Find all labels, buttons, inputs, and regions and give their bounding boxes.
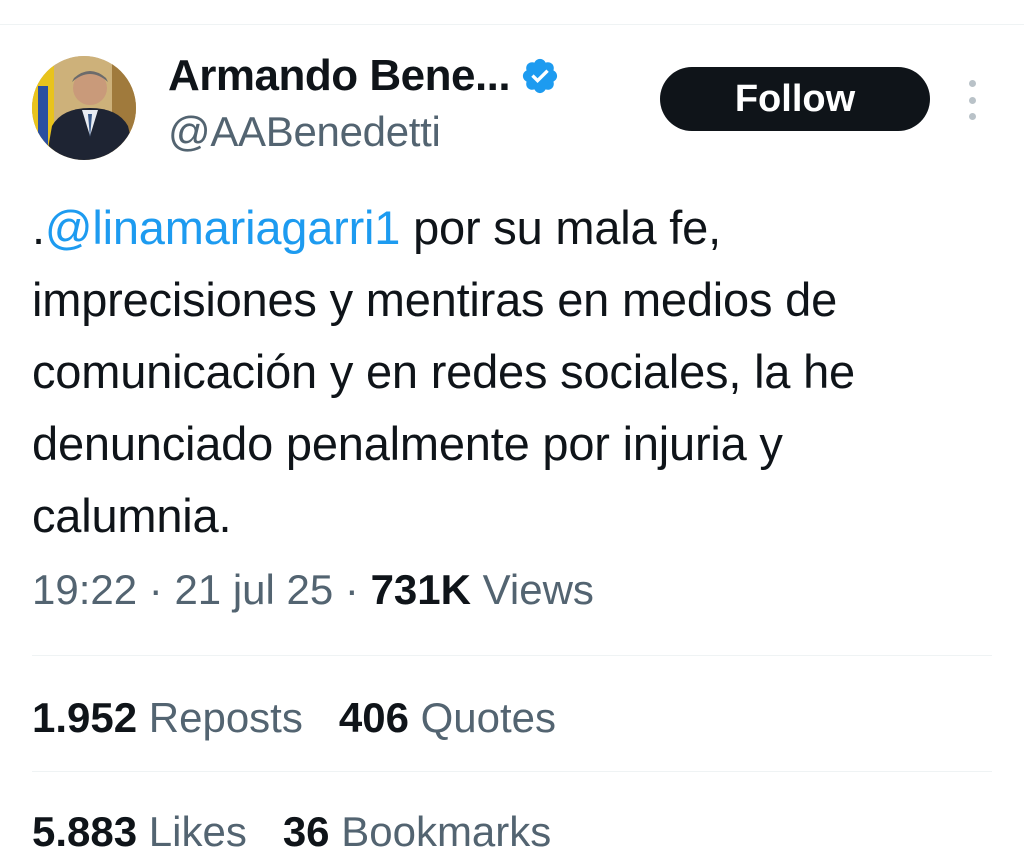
tweet-meta: 19:22 · 21 jul 25 · 731K Views <box>32 566 594 614</box>
views-label: Views <box>470 566 594 613</box>
quotes-stat[interactable]: 406 Quotes <box>339 694 556 741</box>
author-block: Armando Bene... @AABenedetti <box>168 50 560 156</box>
verified-badge-icon <box>520 56 560 96</box>
quotes-label: Quotes <box>408 694 557 741</box>
top-divider <box>0 24 1024 25</box>
views-count[interactable]: 731K <box>371 566 471 613</box>
author-name-row: Armando Bene... <box>168 50 560 102</box>
bookmarks-stat[interactable]: 36 Bookmarks <box>283 808 551 855</box>
quotes-count: 406 <box>338 694 409 741</box>
stats-row-reposts-quotes: 1.952 Reposts 406 Quotes <box>32 694 592 742</box>
author-display-name[interactable]: Armando Bene... <box>168 51 511 101</box>
bookmarks-label: Bookmarks <box>329 808 552 855</box>
likes-label: Likes <box>137 808 247 855</box>
stats-row-likes-bookmarks: 5.883 Likes 36 Bookmarks <box>32 808 587 856</box>
reposts-label: Reposts <box>137 694 303 741</box>
follow-button[interactable]: Follow <box>660 67 930 131</box>
likes-stat[interactable]: 5.883 Likes <box>32 808 247 855</box>
tweet-text: .@linamariagarri1 por su mala fe, imprec… <box>32 192 992 552</box>
divider <box>32 655 992 656</box>
mention-link[interactable]: @linamariagarri1 <box>45 201 401 254</box>
divider <box>32 771 992 772</box>
reposts-stat[interactable]: 1.952 Reposts <box>32 694 303 741</box>
more-vertical-icon[interactable] <box>962 80 982 120</box>
likes-count: 5.883 <box>32 808 138 855</box>
tweet-time[interactable]: 19:22 <box>32 566 137 613</box>
meta-separator: · <box>137 566 175 613</box>
author-handle[interactable]: @AABenedetti <box>168 108 560 156</box>
meta-separator: · <box>333 566 371 613</box>
reposts-count: 1.952 <box>32 694 138 741</box>
tweet-date[interactable]: 21 jul 25 <box>174 566 333 613</box>
bookmarks-count: 36 <box>282 808 330 855</box>
author-avatar[interactable] <box>32 56 136 160</box>
tweet-prefix: . <box>32 201 45 254</box>
